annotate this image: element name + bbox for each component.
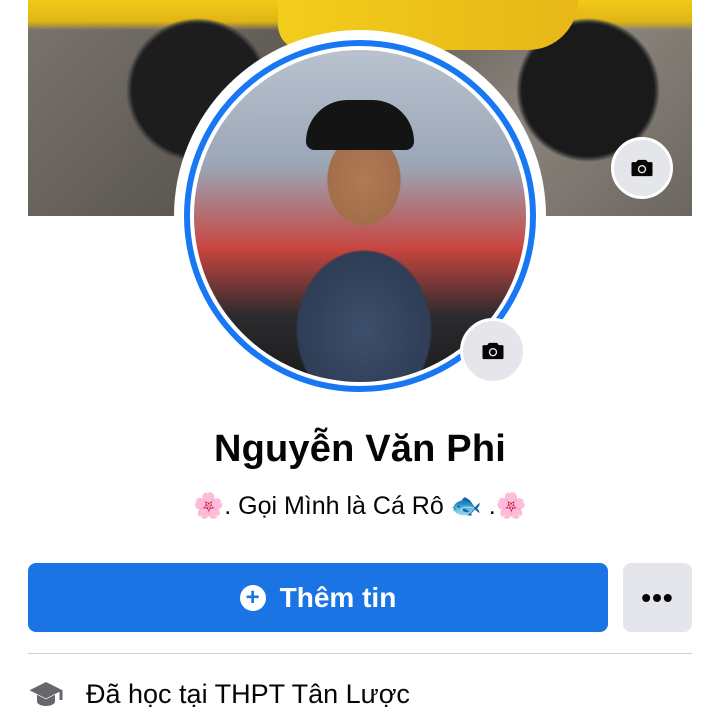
avatar-camera-button[interactable] [460, 318, 526, 384]
more-options-button[interactable]: ••• [623, 563, 692, 632]
profile-name: Nguyễn Văn Phi [213, 428, 507, 470]
more-options-label: ••• [641, 581, 674, 613]
avatar-image-detail [306, 100, 414, 150]
education-text: Đã học tại THPT Tân Lược [86, 678, 410, 709]
camera-icon [482, 342, 504, 360]
cover-camera-button[interactable] [611, 137, 673, 199]
add-story-button[interactable]: + Thêm tin [28, 563, 608, 632]
divider [28, 653, 692, 654]
add-story-label: Thêm tin [279, 581, 397, 613]
profile-bio: 🌸. Gọi Mình là Cá Rô 🐟 .🌸 [193, 492, 527, 520]
plus-circle-icon: + [239, 584, 266, 611]
education-row: Đã học tại THPT Tân Lược [28, 670, 692, 718]
camera-icon [631, 159, 653, 177]
graduation-cap-icon [29, 682, 63, 706]
